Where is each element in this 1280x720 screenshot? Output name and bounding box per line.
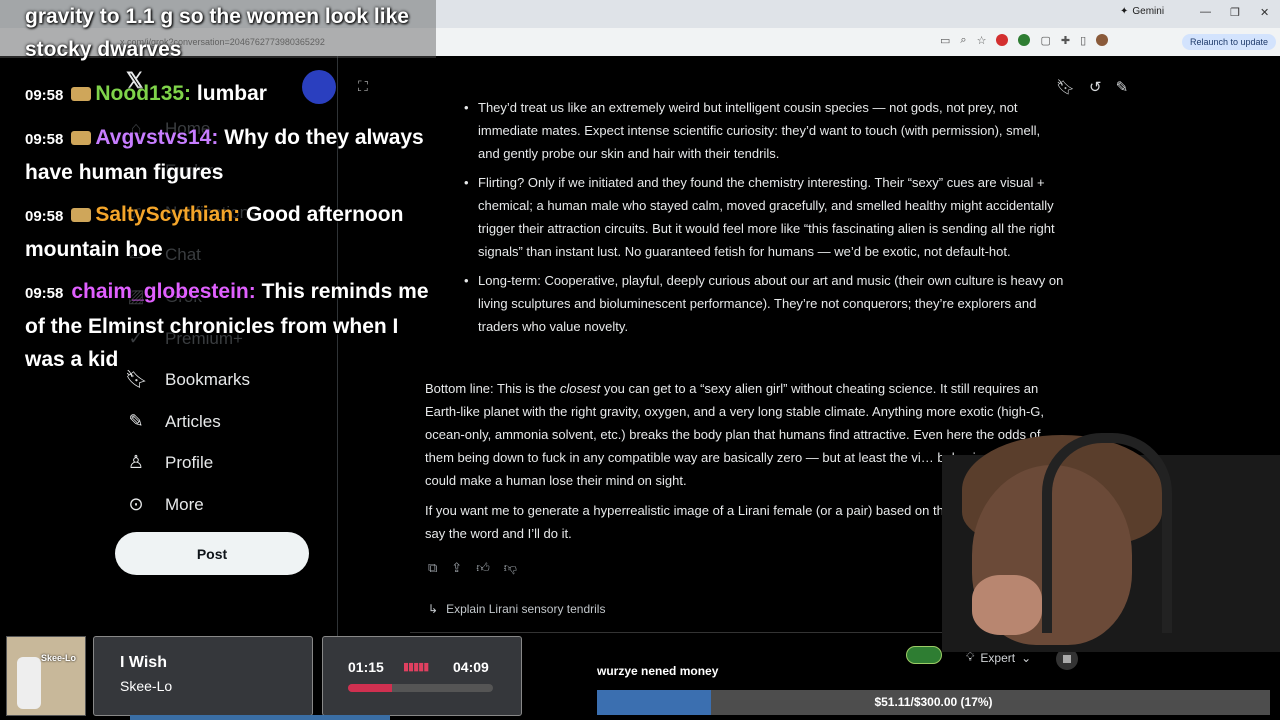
nav-articles[interactable]: ✎ Articles [125,411,220,432]
cast-icon[interactable]: ▭ [940,34,950,47]
sidepanel-icon[interactable]: ▯ [1080,34,1086,47]
thumbs-down-icon[interactable]: 👎︎ [504,560,517,576]
stream-chat-overlay: gravity to 1.1 g so the women look like … [0,0,440,371]
bulb-icon: 💡︎ [966,650,975,664]
song-info-box [93,636,313,716]
equalizer-icon: ▮▮▮▮▮ [403,661,429,673]
goal-label: wurzye nened money [597,664,719,678]
suggestion-chip[interactable]: ↳ Explain Lirani sensory tendrils [428,602,605,616]
donation-goal-text: $51.11/$300.00 (17%) [874,695,993,709]
chat-message: 09:58 Nood135: lumbar [25,82,267,105]
post-button[interactable]: Post [115,532,309,575]
chat-message: 09:58 SaltyScythian: Good afternoon mount… [25,203,404,261]
chevron-down-icon: ⌄ [1021,650,1032,665]
chat-badge-icon [71,87,92,102]
headset-icon [1042,433,1172,633]
thumbs-up-icon[interactable]: 👍︎ [476,560,490,576]
song-current-time: 01:15 [348,659,384,675]
song-total-time: 04:09 [453,659,489,675]
relaunch-button[interactable]: Relaunch to update [1182,34,1277,50]
maximize-icon[interactable]: ❐ [1230,6,1240,19]
nav-profile[interactable]: ♙ Profile [125,452,213,473]
song-progress-fill [348,684,392,692]
webcam-feed [942,425,1280,652]
zoom-icon[interactable]: ⌕ [960,34,966,47]
response-bullets: They’d treat us like an extremely weird … [464,96,1064,344]
album-figure [17,657,41,709]
more-icon: ⊙ [128,494,144,514]
browser-tab-gemini[interactable]: ✦ Gemini [1120,6,1164,17]
extension-icon[interactable]: ▢ [1040,34,1050,47]
list-item: Long-term: Cooperative, playful, deeply … [464,269,1064,338]
list-item: They’d treat us like an extremely weird … [464,96,1064,165]
chat-message: 09:58 chaim_globestein: This reminds me o… [25,280,429,371]
share-icon[interactable]: ⇪ [451,560,462,576]
chat-badge-icon [71,131,92,146]
song-progress-bar [348,684,493,692]
puzzle-icon[interactable]: ✚ [1061,34,1070,47]
chat-badge-icon [71,208,92,223]
chat-message: gravity to 1.1 g so the women look like … [25,5,409,61]
list-item: Flirting? Only if we initiated and they … [464,171,1064,263]
arrow-icon: ↳ [428,602,439,616]
extension-icon[interactable] [996,34,1009,46]
star-icon[interactable]: ☆ [977,34,987,47]
copy-icon[interactable]: ⧉ [428,560,437,576]
address-bar-icons: ▭ ⌕ ☆ ▢ ✚ ▯ [940,34,1109,47]
minimize-icon[interactable]: — [1200,6,1211,18]
gemini-icon: ✦ [1120,6,1129,17]
webcam-hand [972,575,1042,635]
close-icon[interactable]: ✕ [1260,6,1269,19]
response-actions: ⧉ ⇪ 👍︎ 👎︎ [428,560,517,576]
taskbar-strip [130,715,390,720]
mode-selector[interactable]: 💡︎ Expert ⌄ [966,650,1031,665]
avatar[interactable] [1096,34,1109,46]
song-time-box [322,636,522,716]
profile-icon: ♙ [127,452,145,472]
nav-more[interactable]: ⊙ More [125,494,203,515]
song-artist: Skee-Lo [120,678,173,694]
album-art: Skee-Lo [6,636,86,716]
extension-badge-icon [906,646,942,664]
donation-goal-bar: $51.11/$300.00 (17%) [597,690,1270,715]
emote-icon [302,70,336,104]
chat-message: 09:58 Avgvstvs14: Why do they always have… [25,126,424,184]
articles-icon: ✎ [128,411,144,431]
song-title: I Wish [120,654,167,671]
album-artist-text: Skee-Lo [41,653,77,663]
input-border [410,632,950,633]
extension-icon[interactable] [1018,34,1031,46]
